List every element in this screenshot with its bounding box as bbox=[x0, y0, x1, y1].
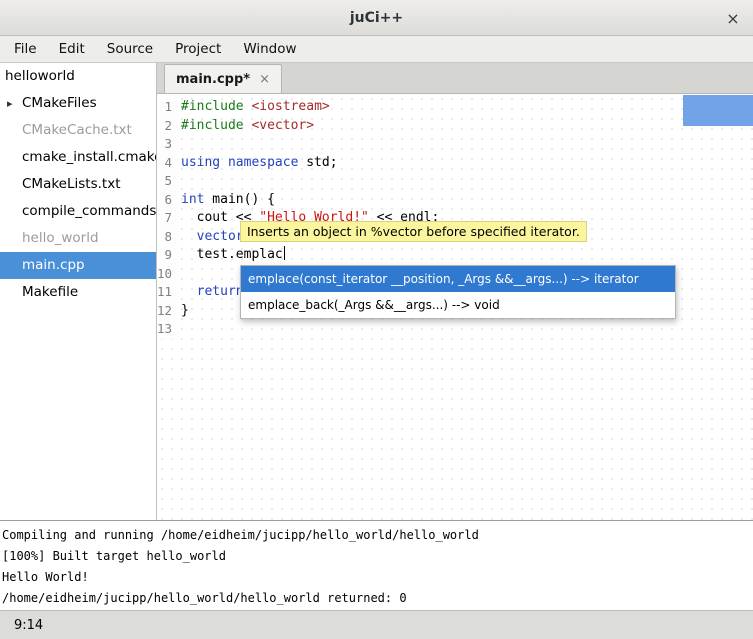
sidebar-item-main-cpp[interactable]: main.cpp bbox=[0, 252, 156, 279]
terminal-line: /home/eidheim/jucipp/hello_world/hello_w… bbox=[2, 588, 751, 609]
tab-label: main.cpp* bbox=[176, 72, 250, 87]
menu-item-file[interactable]: File bbox=[3, 37, 48, 61]
line-number: 5 bbox=[157, 172, 177, 191]
code-text: test.emplac bbox=[177, 246, 285, 265]
window-title: juCi++ bbox=[350, 10, 403, 26]
sidebar-item-compile-commands[interactable]: compile_commands. bbox=[0, 198, 156, 225]
terminal-line: Compiling and running /home/eidheim/juci… bbox=[2, 525, 751, 546]
expand-arrow-icon[interactable]: ▸ bbox=[7, 90, 13, 117]
app-window: juCi++ × FileEditSourceProjectWindow hel… bbox=[0, 0, 753, 639]
status-bar: 9:14 bbox=[0, 610, 753, 639]
line-number: 1 bbox=[157, 98, 177, 117]
code-editor[interactable]: 1#include <iostream>2#include <vector>34… bbox=[157, 94, 753, 520]
tab-main-cpp[interactable]: main.cpp* × bbox=[164, 64, 282, 93]
sidebar-item-label: main.cpp bbox=[22, 257, 85, 273]
line-number: 11 bbox=[157, 283, 177, 302]
autocomplete-popup: emplace(const_iterator __position, _Args… bbox=[240, 265, 676, 319]
menu-bar: FileEditSourceProjectWindow bbox=[0, 36, 753, 63]
code-text bbox=[177, 172, 181, 191]
code-text bbox=[177, 320, 181, 339]
sidebar-item-cmake-install-cmake[interactable]: cmake_install.cmake bbox=[0, 144, 156, 171]
sidebar-item-label: hello_world bbox=[22, 230, 99, 246]
line-number: 12 bbox=[157, 302, 177, 321]
code-text: int main() { bbox=[177, 191, 275, 210]
line-number: 7 bbox=[157, 209, 177, 228]
sidebar-item-label: Makefile bbox=[22, 284, 78, 300]
sidebar-item-makefile[interactable]: Makefile bbox=[0, 279, 156, 306]
code-line[interactable]: 5 bbox=[157, 172, 753, 191]
line-number: 2 bbox=[157, 117, 177, 136]
code-text bbox=[177, 265, 181, 284]
sidebar-item-cmakecache-txt[interactable]: CMakeCache.txt bbox=[0, 117, 156, 144]
code-text bbox=[177, 135, 181, 154]
doc-tooltip: Inserts an object in %vector before spec… bbox=[240, 221, 587, 242]
scrollbar-thumb[interactable] bbox=[683, 95, 753, 126]
line-number: 10 bbox=[157, 265, 177, 284]
autocomplete-item[interactable]: emplace_back(_Args &&__args...) --> void bbox=[241, 292, 675, 318]
sidebar-item-label: CMakeLists.txt bbox=[22, 176, 121, 192]
code-line[interactable]: 13 bbox=[157, 320, 753, 339]
title-bar: juCi++ × bbox=[0, 0, 753, 36]
sidebar-item-label: CMakeFiles bbox=[22, 95, 97, 111]
code-line[interactable]: 3 bbox=[157, 135, 753, 154]
cursor-position: 9:14 bbox=[14, 618, 43, 633]
code-line[interactable]: 2#include <vector> bbox=[157, 117, 753, 136]
project-root-label[interactable]: helloworld bbox=[0, 63, 156, 90]
sidebar-item-cmakefiles[interactable]: ▸ CMakeFiles bbox=[0, 90, 156, 117]
terminal-line: Hello World! bbox=[2, 567, 751, 588]
line-number: 6 bbox=[157, 191, 177, 210]
code-line[interactable]: 4using namespace std; bbox=[157, 154, 753, 173]
sidebar-item-cmakelists-txt[interactable]: CMakeLists.txt bbox=[0, 171, 156, 198]
close-window-icon[interactable]: × bbox=[722, 7, 744, 29]
terminal-output: Compiling and running /home/eidheim/juci… bbox=[0, 520, 753, 610]
text-cursor bbox=[284, 246, 285, 260]
main-area: helloworld ▸ CMakeFiles CMakeCache.txt cmak… bbox=[0, 63, 753, 520]
autocomplete-item[interactable]: emplace(const_iterator __position, _Args… bbox=[241, 266, 675, 292]
tab-close-icon[interactable]: × bbox=[259, 72, 270, 87]
line-number: 4 bbox=[157, 154, 177, 173]
line-number: 13 bbox=[157, 320, 177, 339]
line-number: 9 bbox=[157, 246, 177, 265]
file-tree-panel: helloworld ▸ CMakeFiles CMakeCache.txt cmak… bbox=[0, 63, 157, 520]
menu-item-source[interactable]: Source bbox=[96, 37, 164, 61]
sidebar-item-hello-world[interactable]: hello_world bbox=[0, 225, 156, 252]
code-text: } bbox=[177, 302, 189, 321]
editor-column: main.cpp* × 1#include <iostream>2#includ… bbox=[157, 63, 753, 520]
sidebar-item-label: compile_commands. bbox=[22, 203, 156, 219]
line-number: 8 bbox=[157, 228, 177, 247]
menu-item-project[interactable]: Project bbox=[164, 37, 232, 61]
menu-item-window[interactable]: Window bbox=[232, 37, 307, 61]
sidebar-item-label: CMakeCache.txt bbox=[22, 122, 132, 138]
code-line[interactable]: 6int main() { bbox=[157, 191, 753, 210]
code-text: #include <iostream> bbox=[177, 98, 330, 117]
line-number: 3 bbox=[157, 135, 177, 154]
code-text: #include <vector> bbox=[177, 117, 314, 136]
code-text: using namespace std; bbox=[177, 154, 338, 173]
code-line[interactable]: 1#include <iostream> bbox=[157, 98, 753, 117]
code-line[interactable]: 9 test.emplac bbox=[157, 246, 753, 265]
terminal-line: [100%] Built target hello_world bbox=[2, 546, 751, 567]
file-tree: ▸ CMakeFiles CMakeCache.txt cmake_install.c… bbox=[0, 90, 156, 306]
sidebar-item-label: cmake_install.cmake bbox=[22, 149, 156, 165]
menu-item-edit[interactable]: Edit bbox=[48, 37, 96, 61]
tab-bar: main.cpp* × bbox=[157, 63, 753, 94]
